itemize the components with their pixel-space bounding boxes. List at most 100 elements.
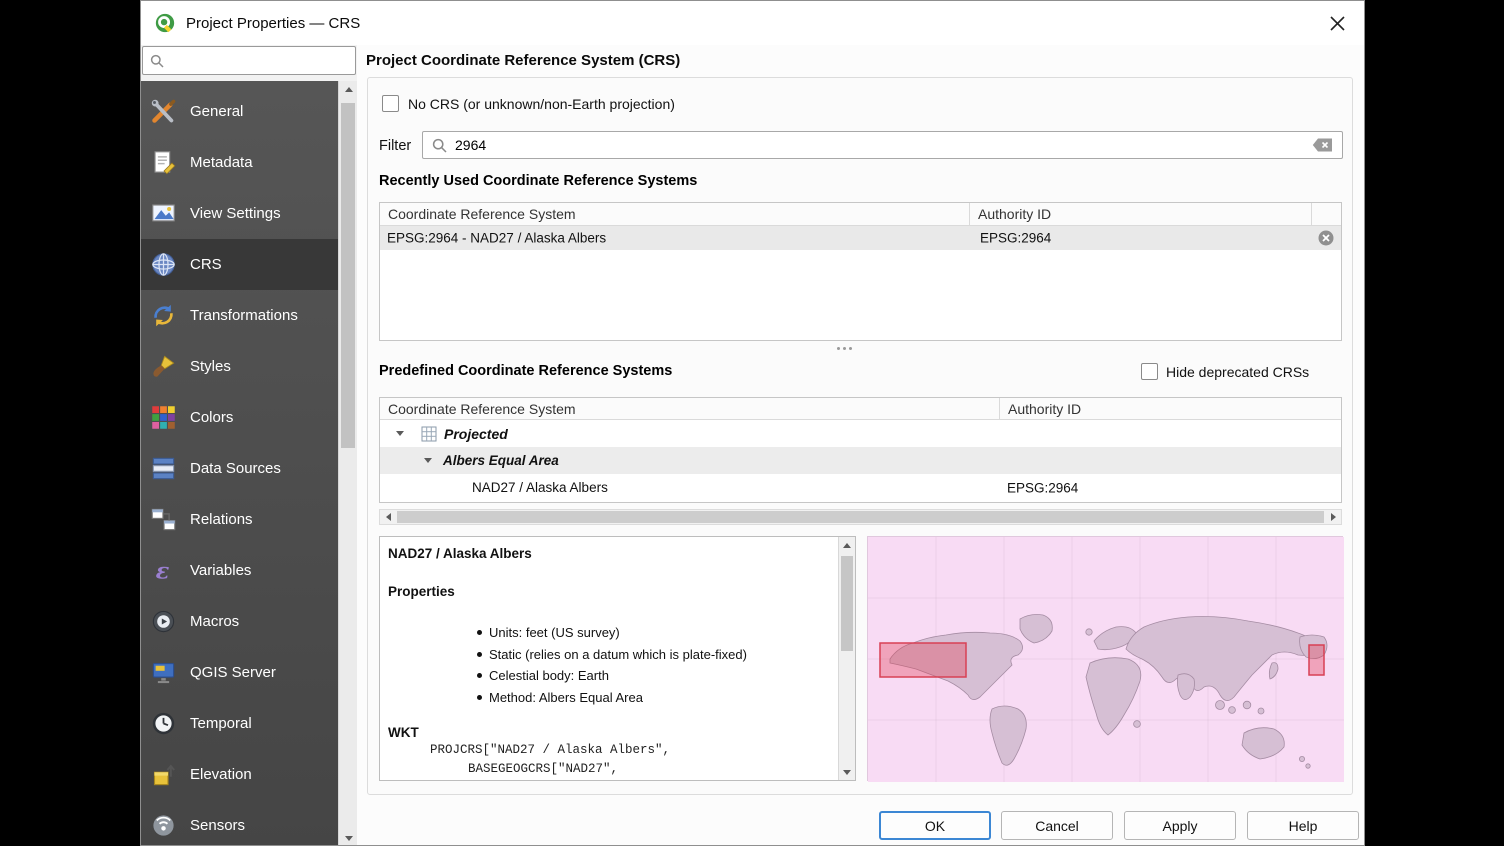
close-icon[interactable] [1326, 12, 1348, 34]
transformations-icon [150, 302, 177, 329]
sidebar-item-variables[interactable]: ε Variables [141, 545, 338, 596]
column-header-crs[interactable]: Coordinate Reference System [380, 398, 1000, 419]
sidebar-item-data-sources[interactable]: Data Sources [141, 443, 338, 494]
sidebar-search [142, 46, 356, 75]
data-sources-icon [150, 455, 177, 482]
color-grid-icon [150, 404, 177, 431]
elevation-icon [150, 761, 177, 788]
sidebar-item-qgis-server[interactable]: QGIS Server [141, 647, 338, 698]
column-header-authority[interactable]: Authority ID [970, 203, 1312, 225]
sidebar-item-label: Metadata [190, 154, 253, 171]
tree-leaf-nad27[interactable]: NAD27 / Alaska Albers EPSG:2964 [380, 474, 1341, 501]
ok-button[interactable]: OK [879, 811, 991, 840]
column-header-extra [1312, 203, 1341, 225]
section-splitter-handle[interactable] [827, 344, 861, 352]
leaf-crs-authority: EPSG:2964 [1007, 480, 1078, 495]
sidebar-item-sensors[interactable]: Sensors [141, 800, 338, 846]
paintbrush-icon [150, 353, 177, 380]
sidebar-item-label: General [190, 103, 243, 120]
filter-label: Filter [379, 138, 411, 154]
horizontal-scrollbar[interactable] [379, 509, 1342, 525]
projected-grid-icon [421, 426, 437, 442]
sidebar-item-label: Temporal [190, 715, 252, 732]
column-header-authority[interactable]: Authority ID [1000, 398, 1341, 419]
predefined-section-title: Predefined Coordinate Reference Systems [379, 363, 672, 379]
sidebar-item-label: Styles [190, 358, 231, 375]
scroll-down-icon[interactable] [339, 830, 358, 846]
sidebar-item-temporal[interactable]: Temporal [141, 698, 338, 749]
sidebar-search-input[interactable] [170, 53, 348, 68]
predefined-crs-table: Coordinate Reference System Authority ID… [379, 397, 1342, 503]
sidebar-item-label: QGIS Server [190, 664, 276, 681]
no-crs-checkbox[interactable] [382, 95, 399, 112]
main-panel: Project Coordinate Reference System (CRS… [357, 45, 1365, 846]
sidebar-item-label: Relations [190, 511, 253, 528]
sidebar-item-label: Sensors [190, 817, 245, 834]
recent-crs-table: Coordinate Reference System Authority ID… [379, 202, 1342, 341]
sidebar-item-relations[interactable]: Relations [141, 494, 338, 545]
server-icon [150, 659, 177, 686]
hide-deprecated-label: Hide deprecated CRSs [1166, 364, 1309, 380]
sidebar: General Metadata View Settings [141, 81, 338, 846]
scroll-down-icon[interactable] [839, 764, 855, 780]
sidebar-item-metadata[interactable]: Metadata [141, 137, 338, 188]
recent-crs-name: EPSG:2964 - NAD27 / Alaska Albers [387, 231, 606, 246]
search-icon [150, 54, 164, 68]
column-header-crs[interactable]: Coordinate Reference System [380, 203, 970, 225]
cancel-button[interactable]: Cancel [1001, 811, 1113, 840]
sidebar-item-general[interactable]: General [141, 86, 338, 137]
collapse-arrow-icon[interactable] [396, 431, 404, 436]
sidebar-item-view-settings[interactable]: View Settings [141, 188, 338, 239]
sidebar-item-macros[interactable]: Macros [141, 596, 338, 647]
tree-subgroup-albers[interactable]: Albers Equal Area [380, 447, 1341, 474]
predefined-table-header: Coordinate Reference System Authority ID [380, 398, 1341, 420]
sidebar-item-elevation[interactable]: Elevation [141, 749, 338, 800]
scroll-up-icon[interactable] [339, 81, 358, 98]
scroll-up-icon[interactable] [839, 537, 855, 553]
hide-deprecated-checkbox[interactable] [1141, 363, 1158, 380]
view-settings-icon [150, 200, 177, 227]
property-item: Celestial body: Earth [475, 665, 747, 687]
horizontal-scrollbar-thumb[interactable] [397, 511, 1324, 523]
world-map-preview-icon [868, 537, 1344, 782]
apply-button[interactable]: Apply [1124, 811, 1236, 840]
qgis-logo-icon [154, 12, 176, 34]
relations-icon [150, 506, 177, 533]
filter-input[interactable] [455, 137, 1304, 153]
recent-crs-row[interactable]: EPSG:2964 - NAD27 / Alaska Albers EPSG:2… [380, 226, 1341, 250]
property-item: Units: feet (US survey) [475, 622, 747, 644]
project-properties-dialog: Project Properties — CRS General [140, 0, 1365, 846]
search-icon [432, 138, 447, 153]
svg-text:ε: ε [156, 558, 170, 584]
details-scrollbar-thumb[interactable] [841, 556, 853, 651]
collapse-arrow-icon[interactable] [424, 458, 432, 463]
sidebar-item-transformations[interactable]: Transformations [141, 290, 338, 341]
sidebar-item-styles[interactable]: Styles [141, 341, 338, 392]
details-properties-heading: Properties [388, 584, 455, 599]
details-properties-list: Units: feet (US survey) Static (relies o… [475, 622, 747, 708]
sidebar-scrollbar-thumb[interactable] [341, 103, 355, 448]
sidebar-item-label: CRS [190, 256, 222, 273]
sidebar-item-crs[interactable]: CRS [141, 239, 338, 290]
wkt-line: PROJCRS["NAD27 / Alaska Albers", [430, 743, 670, 757]
details-crs-title: NAD27 / Alaska Albers [388, 546, 532, 561]
clear-filter-icon[interactable] [1312, 138, 1333, 152]
sidebar-scrollbar[interactable] [338, 81, 357, 846]
hide-deprecated-row: Hide deprecated CRSs [1141, 363, 1309, 380]
sensors-icon [150, 812, 177, 839]
scroll-right-icon[interactable] [1325, 510, 1341, 524]
window-title: Project Properties — CRS [186, 15, 360, 32]
sidebar-item-label: Transformations [190, 307, 298, 324]
titlebar: Project Properties — CRS [141, 1, 1364, 45]
sidebar-item-colors[interactable]: Colors [141, 392, 338, 443]
wkt-line: BASEGEOGCRS["NAD27", [468, 762, 618, 776]
property-item: Method: Albers Equal Area [475, 687, 747, 709]
macros-icon [150, 608, 177, 635]
clock-icon [150, 710, 177, 737]
recent-table-header: Coordinate Reference System Authority ID [380, 203, 1341, 226]
scroll-left-icon[interactable] [380, 510, 396, 524]
details-scrollbar[interactable] [838, 537, 855, 780]
remove-recent-crs-icon[interactable] [1318, 230, 1334, 249]
tree-group-projected[interactable]: Projected [380, 420, 1341, 447]
help-button[interactable]: Help [1247, 811, 1359, 840]
